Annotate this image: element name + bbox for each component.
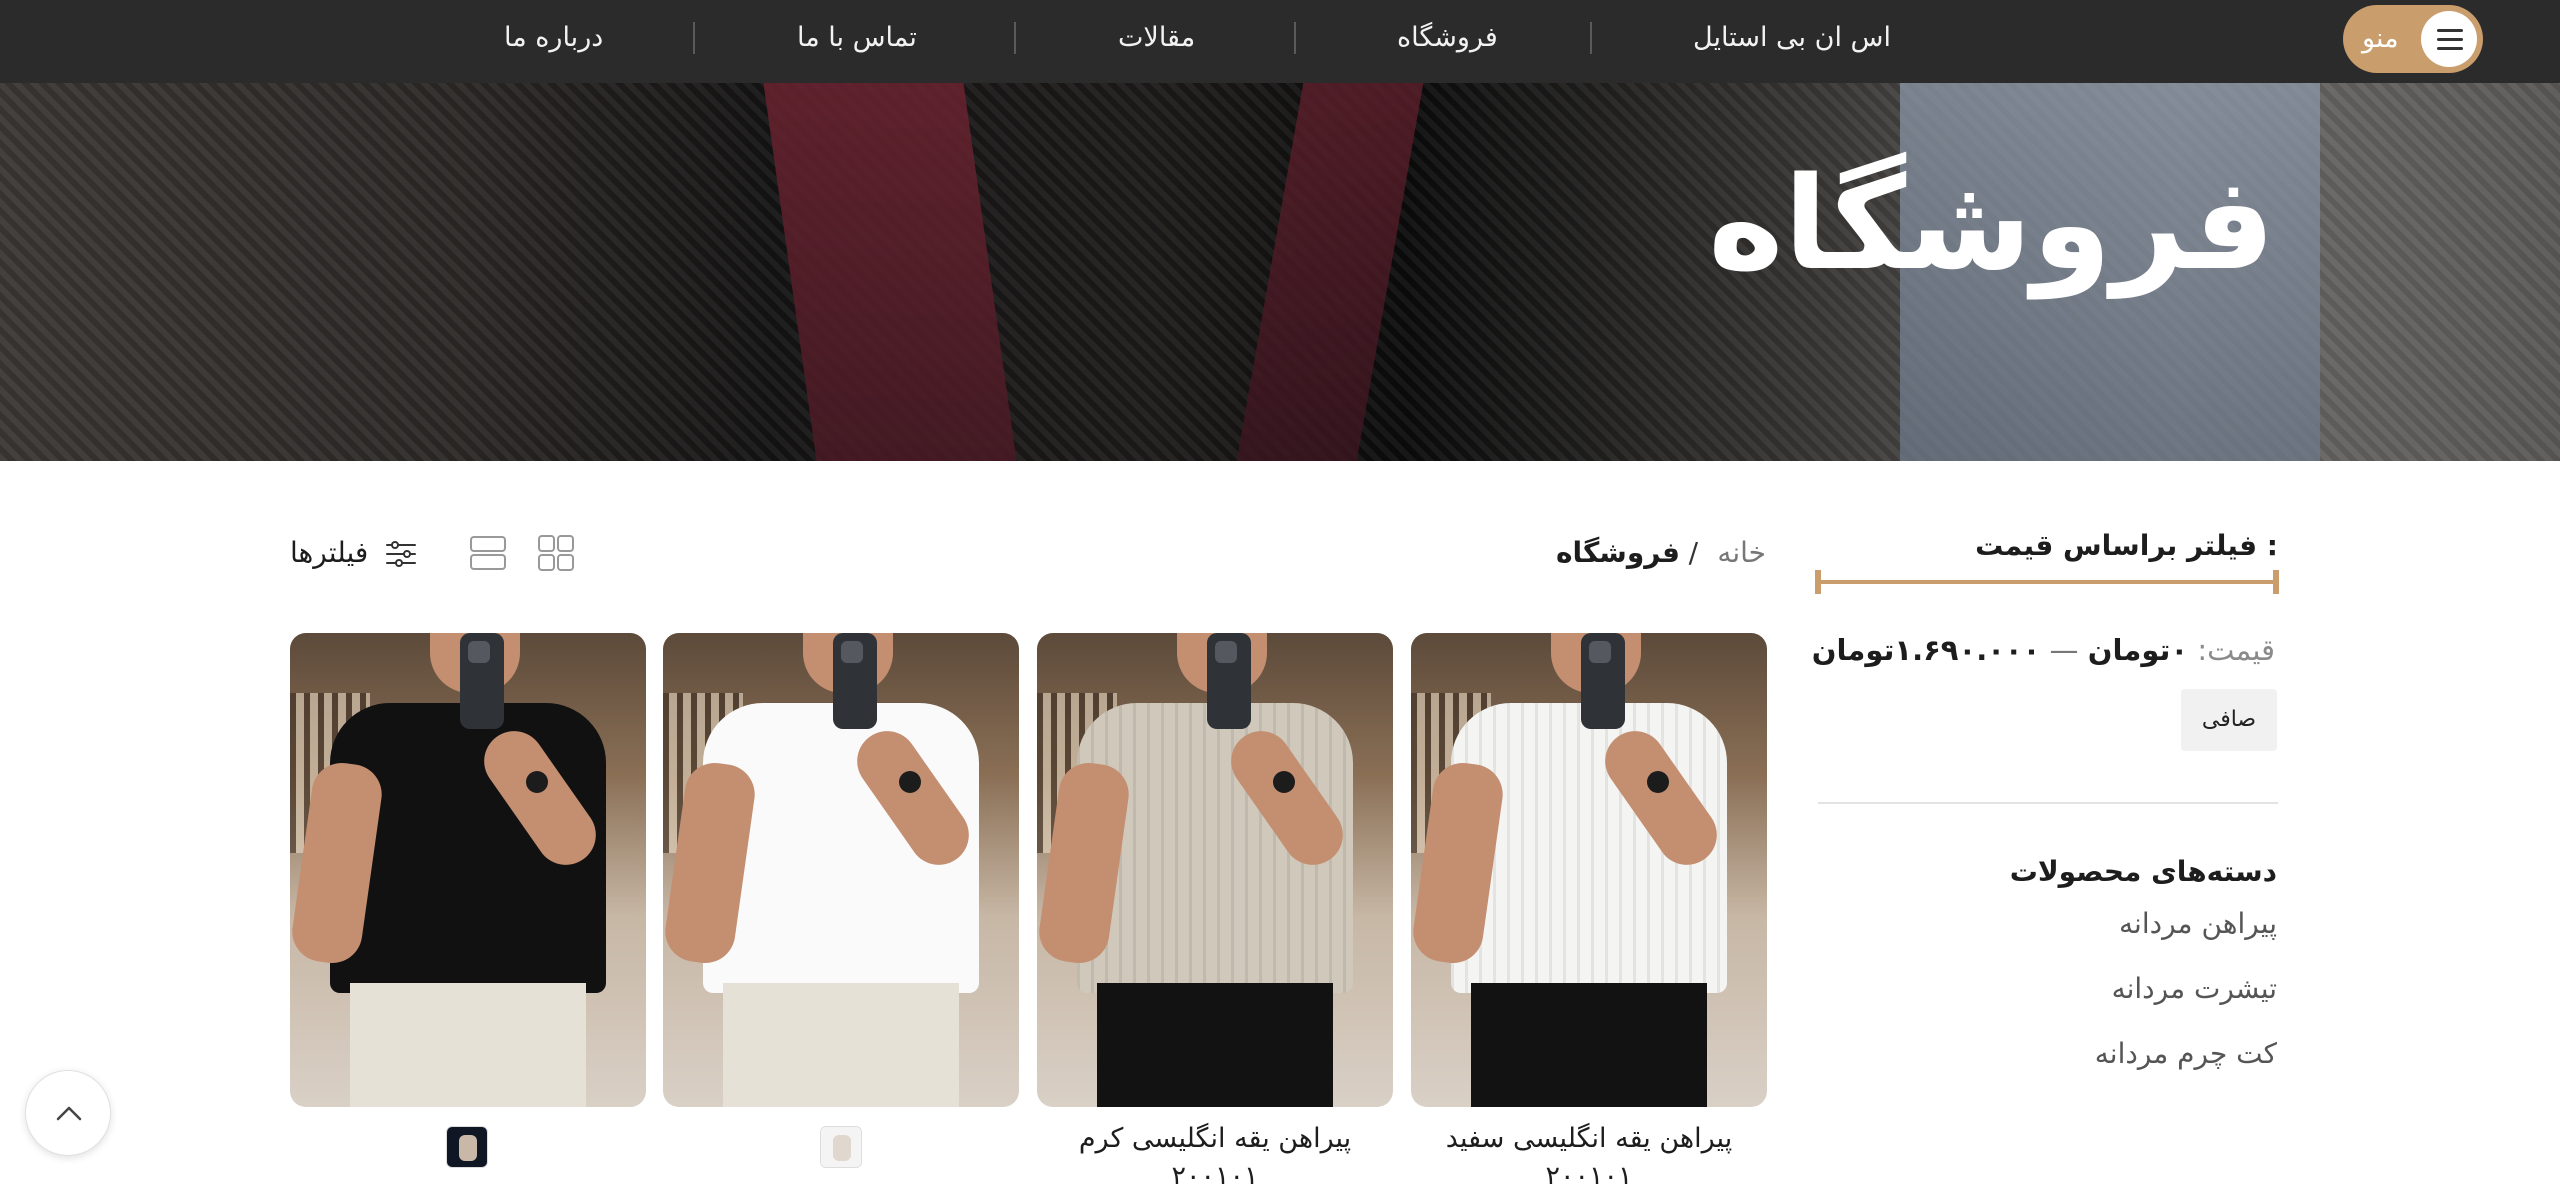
- phone-in-photo: [1207, 633, 1251, 729]
- price-range-label: قیمت: ۰تومان — ۱.۶۹۰.۰۰۰تومان: [1812, 630, 2275, 670]
- nav-contact[interactable]: تماس با ما: [797, 18, 917, 58]
- price-dash: —: [2049, 633, 2079, 667]
- sidebar-divider: [1818, 802, 2278, 804]
- list-view-icon[interactable]: [469, 534, 507, 572]
- categories-title: دسته‌های محصولات: [2009, 855, 2277, 888]
- price-prefix: قیمت:: [2197, 633, 2275, 667]
- breadcrumb-home[interactable]: خانه: [1717, 533, 1766, 573]
- filters-label: فیلترها: [290, 536, 369, 569]
- price-max: ۱.۶۹۰.۰۰۰تومان: [1811, 633, 2041, 667]
- filters-toggle-button[interactable]: فیلترها: [290, 533, 417, 573]
- nav-articles[interactable]: مقالات: [1118, 18, 1195, 58]
- price-filter-title: فیلتر براساس قیمت :: [1975, 529, 2278, 562]
- product-image[interactable]: [663, 633, 1019, 1107]
- grid-view-icon[interactable]: [537, 534, 575, 572]
- category-link-leather-jackets[interactable]: کت چرم مردانه: [2095, 1034, 2277, 1074]
- price-slider-min-handle[interactable]: [1815, 570, 1821, 594]
- top-nav-bar: درباره ما تماس با ما مقالات فروشگاه اس ا…: [0, 0, 2560, 83]
- price-slider-track[interactable]: [1815, 580, 2279, 584]
- product-image[interactable]: [1037, 633, 1393, 1107]
- category-link-tshirts[interactable]: تیشرت مردانه: [2112, 969, 2277, 1009]
- product-image[interactable]: [1411, 633, 1767, 1107]
- product-title[interactable]: پیراهن یقه انگلیسی کرم ۲۰۰۱۰۱: [1037, 1120, 1393, 1184]
- color-swatch[interactable]: [820, 1126, 862, 1168]
- nav-divider: [1590, 22, 1592, 54]
- apply-filter-button[interactable]: صافی: [2181, 689, 2277, 751]
- nav-shop[interactable]: فروشگاه: [1397, 18, 1498, 58]
- chevron-up-icon: [56, 1106, 82, 1121]
- hamburger-icon: [2421, 11, 2477, 67]
- breadcrumb-separator: /: [1688, 536, 1698, 569]
- hero-banner: فروشگاه: [0, 83, 2560, 461]
- nav-divider: [1014, 22, 1016, 54]
- page-title: فروشگاه: [1708, 150, 2275, 299]
- nav-brand[interactable]: اس ان بی استایل: [1693, 18, 1891, 58]
- phone-in-photo: [1581, 633, 1625, 729]
- phone-in-photo: [833, 633, 877, 729]
- phone-in-photo: [460, 633, 504, 729]
- sliders-icon: [386, 541, 417, 567]
- nav-divider: [693, 22, 695, 54]
- product-title[interactable]: پیراهن یقه انگلیسی سفید ۲۰۰۱۰۱: [1411, 1120, 1767, 1184]
- color-swatch[interactable]: [446, 1126, 488, 1168]
- breadcrumb-current: فروشگاه: [1555, 536, 1680, 569]
- product-image[interactable]: [290, 633, 646, 1107]
- price-min: ۰تومان: [2087, 633, 2189, 667]
- menu-label: منو: [2362, 23, 2399, 54]
- scroll-to-top-button[interactable]: [25, 1070, 111, 1156]
- price-slider-max-handle[interactable]: [2273, 570, 2279, 594]
- nav-about[interactable]: درباره ما: [504, 18, 603, 58]
- category-link-shirts[interactable]: پیراهن مردانه: [2119, 904, 2277, 944]
- menu-button[interactable]: منو: [2343, 5, 2483, 73]
- nav-divider: [1294, 22, 1296, 54]
